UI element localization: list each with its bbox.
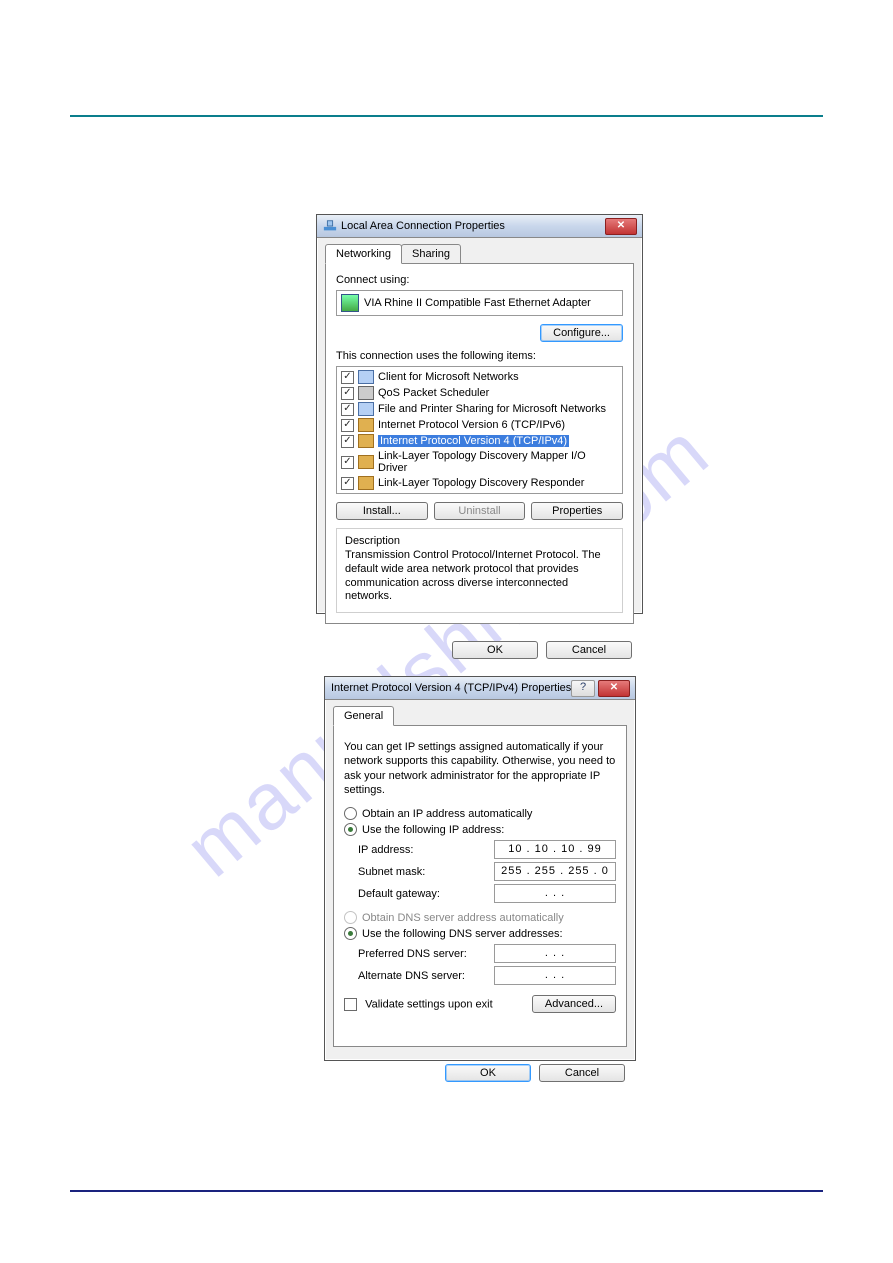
help-icon[interactable]: ?	[571, 680, 595, 697]
top-divider	[70, 115, 823, 117]
pkt-icon	[358, 386, 374, 400]
ok-button[interactable]: OK	[445, 1064, 531, 1082]
list-item[interactable]: ✓ Link-Layer Topology Discovery Mapper I/…	[337, 449, 622, 475]
net-icon	[358, 402, 374, 416]
radio-auto-dns-row: Obtain DNS server address automatically	[344, 911, 616, 924]
label-pdns: Preferred DNS server:	[358, 948, 484, 960]
tab-networking-panel: Connect using: VIA Rhine II Compatible F…	[325, 263, 634, 624]
ip-address-field[interactable]: 10 . 10 . 10 . 99	[494, 840, 616, 859]
proto-icon	[358, 476, 374, 490]
connect-using-label: Connect using:	[336, 274, 623, 286]
properties-button[interactable]: Properties	[531, 502, 623, 520]
checkbox[interactable]: ✓	[341, 371, 354, 384]
list-item[interactable]: ✓ QoS Packet Scheduler	[337, 385, 622, 401]
bottom-divider	[70, 1190, 823, 1192]
tabstrip: Networking Sharing	[325, 244, 642, 264]
tab-networking[interactable]: Networking	[325, 244, 402, 264]
tab-general[interactable]: General	[333, 706, 394, 726]
radio-auto-ip-row[interactable]: Obtain an IP address automatically	[344, 807, 616, 820]
adapter-icon	[341, 294, 359, 312]
list-item[interactable]: ✓ Internet Protocol Version 4 (TCP/IPv4)	[337, 433, 622, 449]
tab-sharing[interactable]: Sharing	[401, 244, 461, 264]
list-item-label: Link-Layer Topology Discovery Mapper I/O…	[378, 450, 618, 474]
checkbox[interactable]: ✓	[341, 403, 354, 416]
preferred-dns-field[interactable]: . . .	[494, 944, 616, 963]
radio-auto-ip-label: Obtain an IP address automatically	[362, 808, 532, 820]
items-label: This connection uses the following items…	[336, 350, 623, 362]
label-ip: IP address:	[358, 844, 484, 856]
radio-manual-dns-label: Use the following DNS server addresses:	[362, 928, 563, 940]
cancel-button[interactable]: Cancel	[546, 641, 632, 659]
dialog-title: Local Area Connection Properties	[341, 220, 505, 232]
titlebar[interactable]: Internet Protocol Version 4 (TCP/IPv4) P…	[325, 677, 635, 700]
items-list[interactable]: ✓ Client for Microsoft Networks ✓ QoS Packe…	[336, 366, 623, 494]
install-button[interactable]: Install...	[336, 502, 428, 520]
checkbox[interactable]: ✓	[341, 456, 354, 469]
uninstall-button[interactable]: Uninstall	[434, 502, 526, 520]
checkbox[interactable]: ✓	[341, 477, 354, 490]
radio-manual-ip-row[interactable]: Use the following IP address:	[344, 823, 616, 836]
validate-checkbox-row[interactable]: Validate settings upon exit	[344, 998, 493, 1011]
checkbox[interactable]: ✓	[341, 435, 354, 448]
radio-auto-ip[interactable]	[344, 807, 357, 820]
label-mask: Subnet mask:	[358, 866, 484, 878]
radio-manual-dns[interactable]	[344, 927, 357, 940]
list-item[interactable]: ✓ File and Printer Sharing for Microsoft …	[337, 401, 622, 417]
validate-checkbox[interactable]	[344, 998, 357, 1011]
proto-icon	[358, 455, 374, 469]
titlebar[interactable]: Local Area Connection Properties ✕	[317, 215, 642, 238]
dialog-lacp: Local Area Connection Properties ✕ Netwo…	[316, 214, 643, 614]
radio-manual-ip-label: Use the following IP address:	[362, 824, 504, 836]
tab-general-panel: You can get IP settings assigned automat…	[333, 725, 627, 1047]
description-legend: Description	[345, 535, 614, 547]
list-item-label: Internet Protocol Version 6 (TCP/IPv6)	[378, 419, 565, 431]
label-gw: Default gateway:	[358, 888, 484, 900]
list-item[interactable]: ✓ Internet Protocol Version 6 (TCP/IPv6)	[337, 417, 622, 433]
tabstrip: General	[333, 706, 635, 726]
radio-auto-dns	[344, 911, 357, 924]
list-item-label: Link-Layer Topology Discovery Responder	[378, 477, 584, 489]
proto-icon	[358, 418, 374, 432]
radio-auto-dns-label: Obtain DNS server address automatically	[362, 912, 564, 924]
adapter-field: VIA Rhine II Compatible Fast Ethernet Ad…	[336, 290, 623, 316]
description-text: Transmission Control Protocol/Internet P…	[345, 549, 614, 604]
checkbox[interactable]: ✓	[341, 419, 354, 432]
configure-button[interactable]: Configure...	[540, 324, 623, 342]
close-icon[interactable]: ✕	[598, 680, 630, 697]
dialog-title: Internet Protocol Version 4 (TCP/IPv4) P…	[331, 682, 571, 694]
alternate-dns-field[interactable]: . . .	[494, 966, 616, 985]
cancel-button[interactable]: Cancel	[539, 1064, 625, 1082]
list-item-label: QoS Packet Scheduler	[378, 387, 489, 399]
network-icon	[323, 219, 337, 233]
dialog-ipv4: Internet Protocol Version 4 (TCP/IPv4) P…	[324, 676, 636, 1061]
label-adns: Alternate DNS server:	[358, 970, 484, 982]
info-text: You can get IP settings assigned automat…	[344, 740, 616, 797]
checkbox[interactable]: ✓	[341, 387, 354, 400]
proto-icon	[358, 434, 374, 448]
list-item[interactable]: ✓ Link-Layer Topology Discovery Responder	[337, 475, 622, 491]
adapter-name: VIA Rhine II Compatible Fast Ethernet Ad…	[364, 297, 591, 309]
validate-label: Validate settings upon exit	[365, 998, 493, 1010]
default-gateway-field[interactable]: . . .	[494, 884, 616, 903]
description-group: Description Transmission Control Protoco…	[336, 528, 623, 613]
subnet-mask-field[interactable]: 255 . 255 . 255 . 0	[494, 862, 616, 881]
list-item-label: Client for Microsoft Networks	[378, 371, 519, 383]
list-item-label: File and Printer Sharing for Microsoft N…	[378, 403, 606, 415]
advanced-button[interactable]: Advanced...	[532, 995, 616, 1013]
net-icon	[358, 370, 374, 384]
radio-manual-ip[interactable]	[344, 823, 357, 836]
list-item-label: Internet Protocol Version 4 (TCP/IPv4)	[378, 435, 569, 447]
list-item[interactable]: ✓ Client for Microsoft Networks	[337, 369, 622, 385]
close-icon[interactable]: ✕	[605, 218, 637, 235]
radio-manual-dns-row[interactable]: Use the following DNS server addresses:	[344, 927, 616, 940]
ok-button[interactable]: OK	[452, 641, 538, 659]
